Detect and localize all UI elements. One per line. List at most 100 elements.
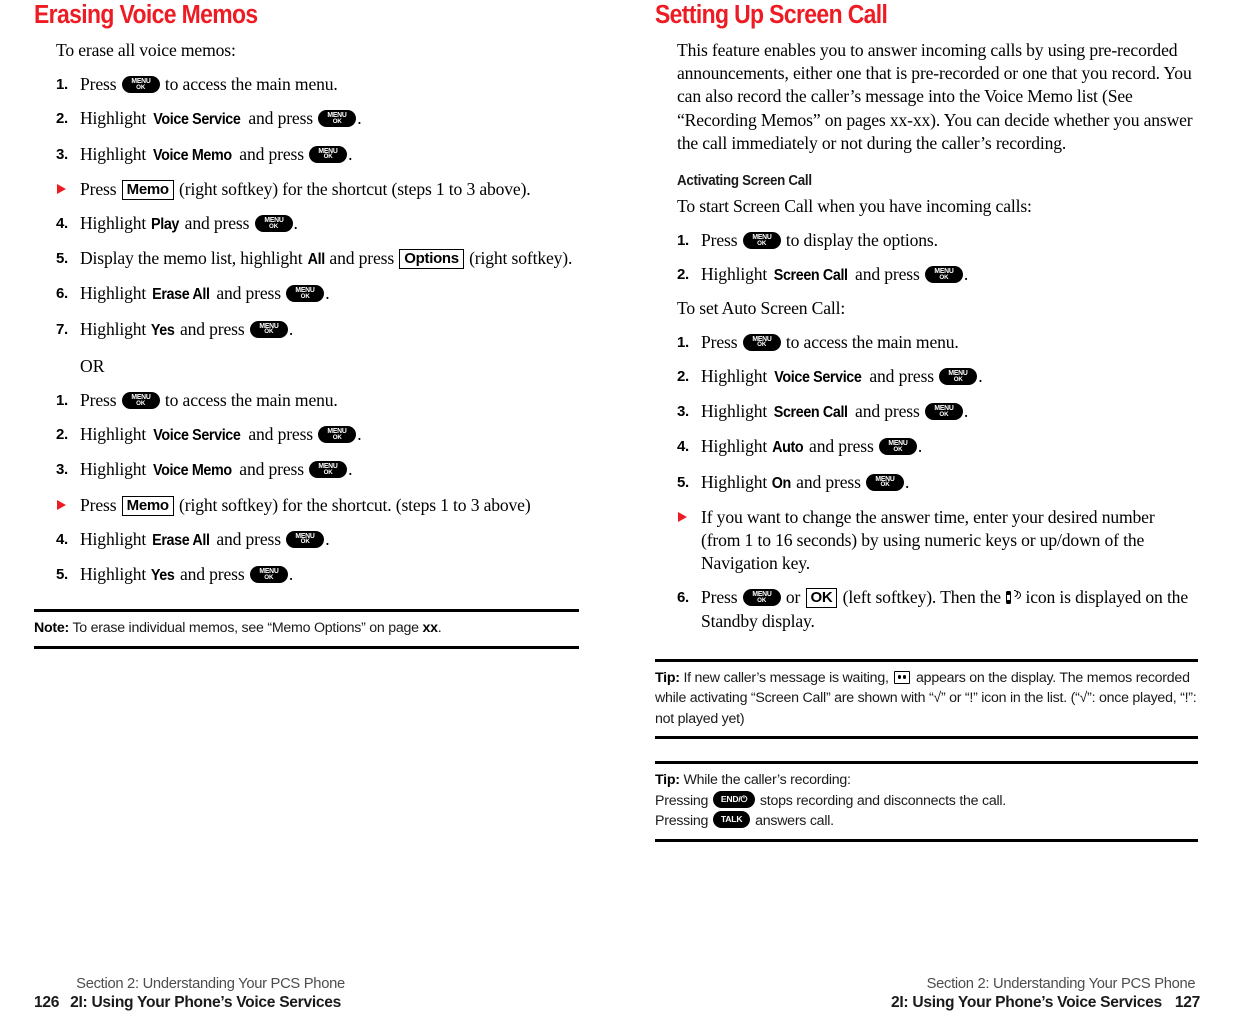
tip2-line3: Pressing TALK answers call. — [655, 811, 834, 830]
menu-option-label: Voice Service — [153, 111, 242, 129]
menu-ok-key: MENU OK — [924, 266, 963, 284]
tip2-line1: While the caller’s recording: — [679, 772, 851, 789]
note-body: To erase individual memos, see “Memo Opt… — [69, 620, 442, 637]
procedure-step: 1. Press MENU OK to access the main menu. — [56, 73, 579, 96]
screen-call-icon — [1006, 589, 1023, 605]
menu-option-label: Voice Memo — [153, 462, 233, 480]
footer-chapter-left: 2I: Using Your Phone’s Voice Services — [70, 994, 341, 1011]
right-page: Setting Up Screen Call This feature enab… — [621, 0, 1242, 1033]
memo-waiting-icon — [894, 670, 911, 684]
procedure-bullet: If you want to change the answer time, e… — [677, 506, 1198, 576]
procedure-step: 1. Press MENU OK to access the main menu. — [677, 331, 1198, 354]
step-number: 3. — [56, 145, 68, 163]
procedure-step: 2. Highlight Screen Call and press MENU OK… — [677, 263, 1198, 287]
tip-callout-during-recording: Tip: While the caller’s recording: Press… — [655, 761, 1198, 842]
procedure-step: 2. Highlight Voice Service and press MENU… — [677, 365, 1198, 389]
step-number: 4. — [56, 215, 68, 233]
procedure-erase-all-alternate: 1. Press MENU OK to access the main menu. 2… — [56, 389, 579, 587]
menu-option-label: Auto — [772, 439, 804, 457]
step-number: 7. — [56, 320, 68, 338]
subheading-activating-screen-call: Activating Screen Call — [677, 173, 812, 190]
talk-key: TALK — [712, 811, 751, 829]
menu-option-label: All — [307, 251, 325, 269]
intro-text-right: This feature enables you to answer incom… — [677, 40, 1193, 153]
menu-ok-key: MENU OK — [121, 76, 160, 94]
bullet-triangle-icon — [57, 499, 66, 510]
menu-ok-key: MENU OK — [286, 285, 325, 303]
procedure-step: 6. Highlight Erase All and press MENU OK. — [56, 282, 579, 306]
end-power-key: END/⏻ — [712, 790, 756, 808]
emphasis-text: xx — [422, 620, 438, 637]
step-number: 1. — [56, 76, 68, 94]
menu-ok-key: MENU OK — [742, 589, 781, 607]
menu-option-label: Voice Service — [153, 427, 242, 445]
footer-left: Section 2: Understanding Your PCS Phone … — [34, 974, 349, 1013]
footer-right: Section 2: Understanding Your PCS Phone … — [891, 974, 1200, 1013]
menu-ok-key: MENU OK — [318, 426, 357, 444]
menu-option-label: Erase All — [152, 286, 211, 304]
step-number: 5. — [56, 566, 68, 584]
menu-option-label: Screen Call — [774, 267, 849, 285]
tip1-label: Tip: — [655, 669, 680, 686]
lead-auto-screen-call: To set Auto Screen Call: — [677, 297, 846, 318]
bullet-triangle-icon — [57, 183, 66, 194]
procedure-step: 7. Highlight Yes and press MENU OK. — [56, 318, 579, 342]
procedure-erase-all-primary: 1. Press MENU OK to access the main menu. 2… — [56, 73, 579, 342]
menu-ok-key: MENU OK — [309, 461, 348, 479]
step-number: 1. — [56, 392, 68, 410]
procedure-step: 5. Display the memo list, highlight All a… — [56, 247, 579, 271]
menu-option-label: Yes — [151, 567, 175, 585]
step-number: 1. — [677, 333, 689, 351]
step-number: 5. — [677, 473, 689, 491]
menu-ok-key: MENU OK — [121, 392, 160, 410]
procedure-step: 4. Highlight Auto and press MENU OK. — [677, 435, 1198, 459]
procedure-step: 2. Highlight Voice Service and press MENU… — [56, 423, 579, 447]
page-title-right: Setting Up Screen Call — [655, 1, 888, 29]
menu-ok-key: MENU OK — [924, 403, 963, 421]
procedure-step: 1. Press MENU OK to display the options. — [677, 229, 1198, 252]
procedure-step: 6. Press MENU OK or OK (left softkey). The… — [677, 587, 1188, 631]
step-number: 3. — [56, 461, 68, 479]
page-title-left: Erasing Voice Memos — [34, 1, 258, 29]
procedure-auto-screen-call: 1. Press MENU OK to access the main menu. 2… — [677, 331, 1198, 633]
menu-ok-key: MENU OK — [286, 530, 325, 548]
procedure-bullet: Press Memo (right softkey) for the short… — [56, 494, 579, 517]
intro-text-left: To erase all voice memos: — [56, 40, 236, 60]
menu-option-label: Yes — [151, 321, 175, 339]
step-number: 2. — [56, 110, 68, 128]
procedure-step: 5. Highlight On and press MENU OK. — [677, 471, 1198, 495]
footer-chapter-right: 2I: Using Your Phone’s Voice Services — [891, 994, 1162, 1011]
procedure-step: 2. Highlight Voice Service and press MENU… — [56, 107, 579, 131]
manual-page-spread: Erasing Voice Memos To erase all voice m… — [0, 0, 1242, 1033]
footer-section-right: Section 2: Understanding Your PCS Phone — [926, 975, 1196, 992]
menu-ok-key: MENU OK — [878, 438, 917, 456]
lead-start-screen-call: To start Screen Call when you have incom… — [677, 196, 1032, 217]
menu-ok-key: MENU OK — [742, 232, 781, 250]
menu-ok-key: MENU OK — [309, 145, 348, 163]
menu-ok-key: MENU OK — [939, 368, 978, 386]
procedure-step: 3. Highlight Screen Call and press MENU OK… — [677, 400, 1198, 424]
tip2-label: Tip: — [655, 772, 680, 789]
step-number: 6. — [56, 285, 68, 303]
right-page-body: This feature enables you to answer incom… — [655, 39, 1198, 633]
menu-ok-key: MENU OK — [249, 566, 288, 584]
procedure-step: 3. Highlight Voice Memo and press MENU OK. — [56, 143, 579, 167]
procedure-step: 3. Highlight Voice Memo and press MENU OK. — [56, 458, 579, 482]
procedure-bullet: Press Memo (right softkey) for the short… — [56, 178, 579, 201]
tip-callout-message-waiting: Tip: If new caller’s message is waiting,… — [655, 658, 1198, 740]
tip1-body: If new caller’s message is waiting, appe… — [655, 669, 1197, 727]
left-page: Erasing Voice Memos To erase all voice m… — [0, 0, 621, 1033]
menu-ok-key: MENU OK — [254, 215, 293, 233]
step-number: 5. — [56, 250, 68, 268]
note-callout: Note: To erase individual memos, see “Me… — [34, 609, 579, 649]
left-page-body: To erase all voice memos: 1. Press MENU OK… — [34, 39, 579, 587]
menu-ok-key: MENU OK — [866, 473, 905, 491]
procedure-step: 4. Highlight Erase All and press MENU OK. — [56, 528, 579, 552]
softkey-ok: OK — [805, 588, 838, 609]
step-number: 2. — [677, 368, 689, 386]
bullet-triangle-icon — [678, 511, 687, 522]
step-number: 3. — [677, 403, 689, 421]
softkey-memo: Memo — [121, 179, 174, 200]
menu-ok-key: MENU OK — [742, 333, 781, 351]
step-number: 6. — [677, 589, 689, 607]
